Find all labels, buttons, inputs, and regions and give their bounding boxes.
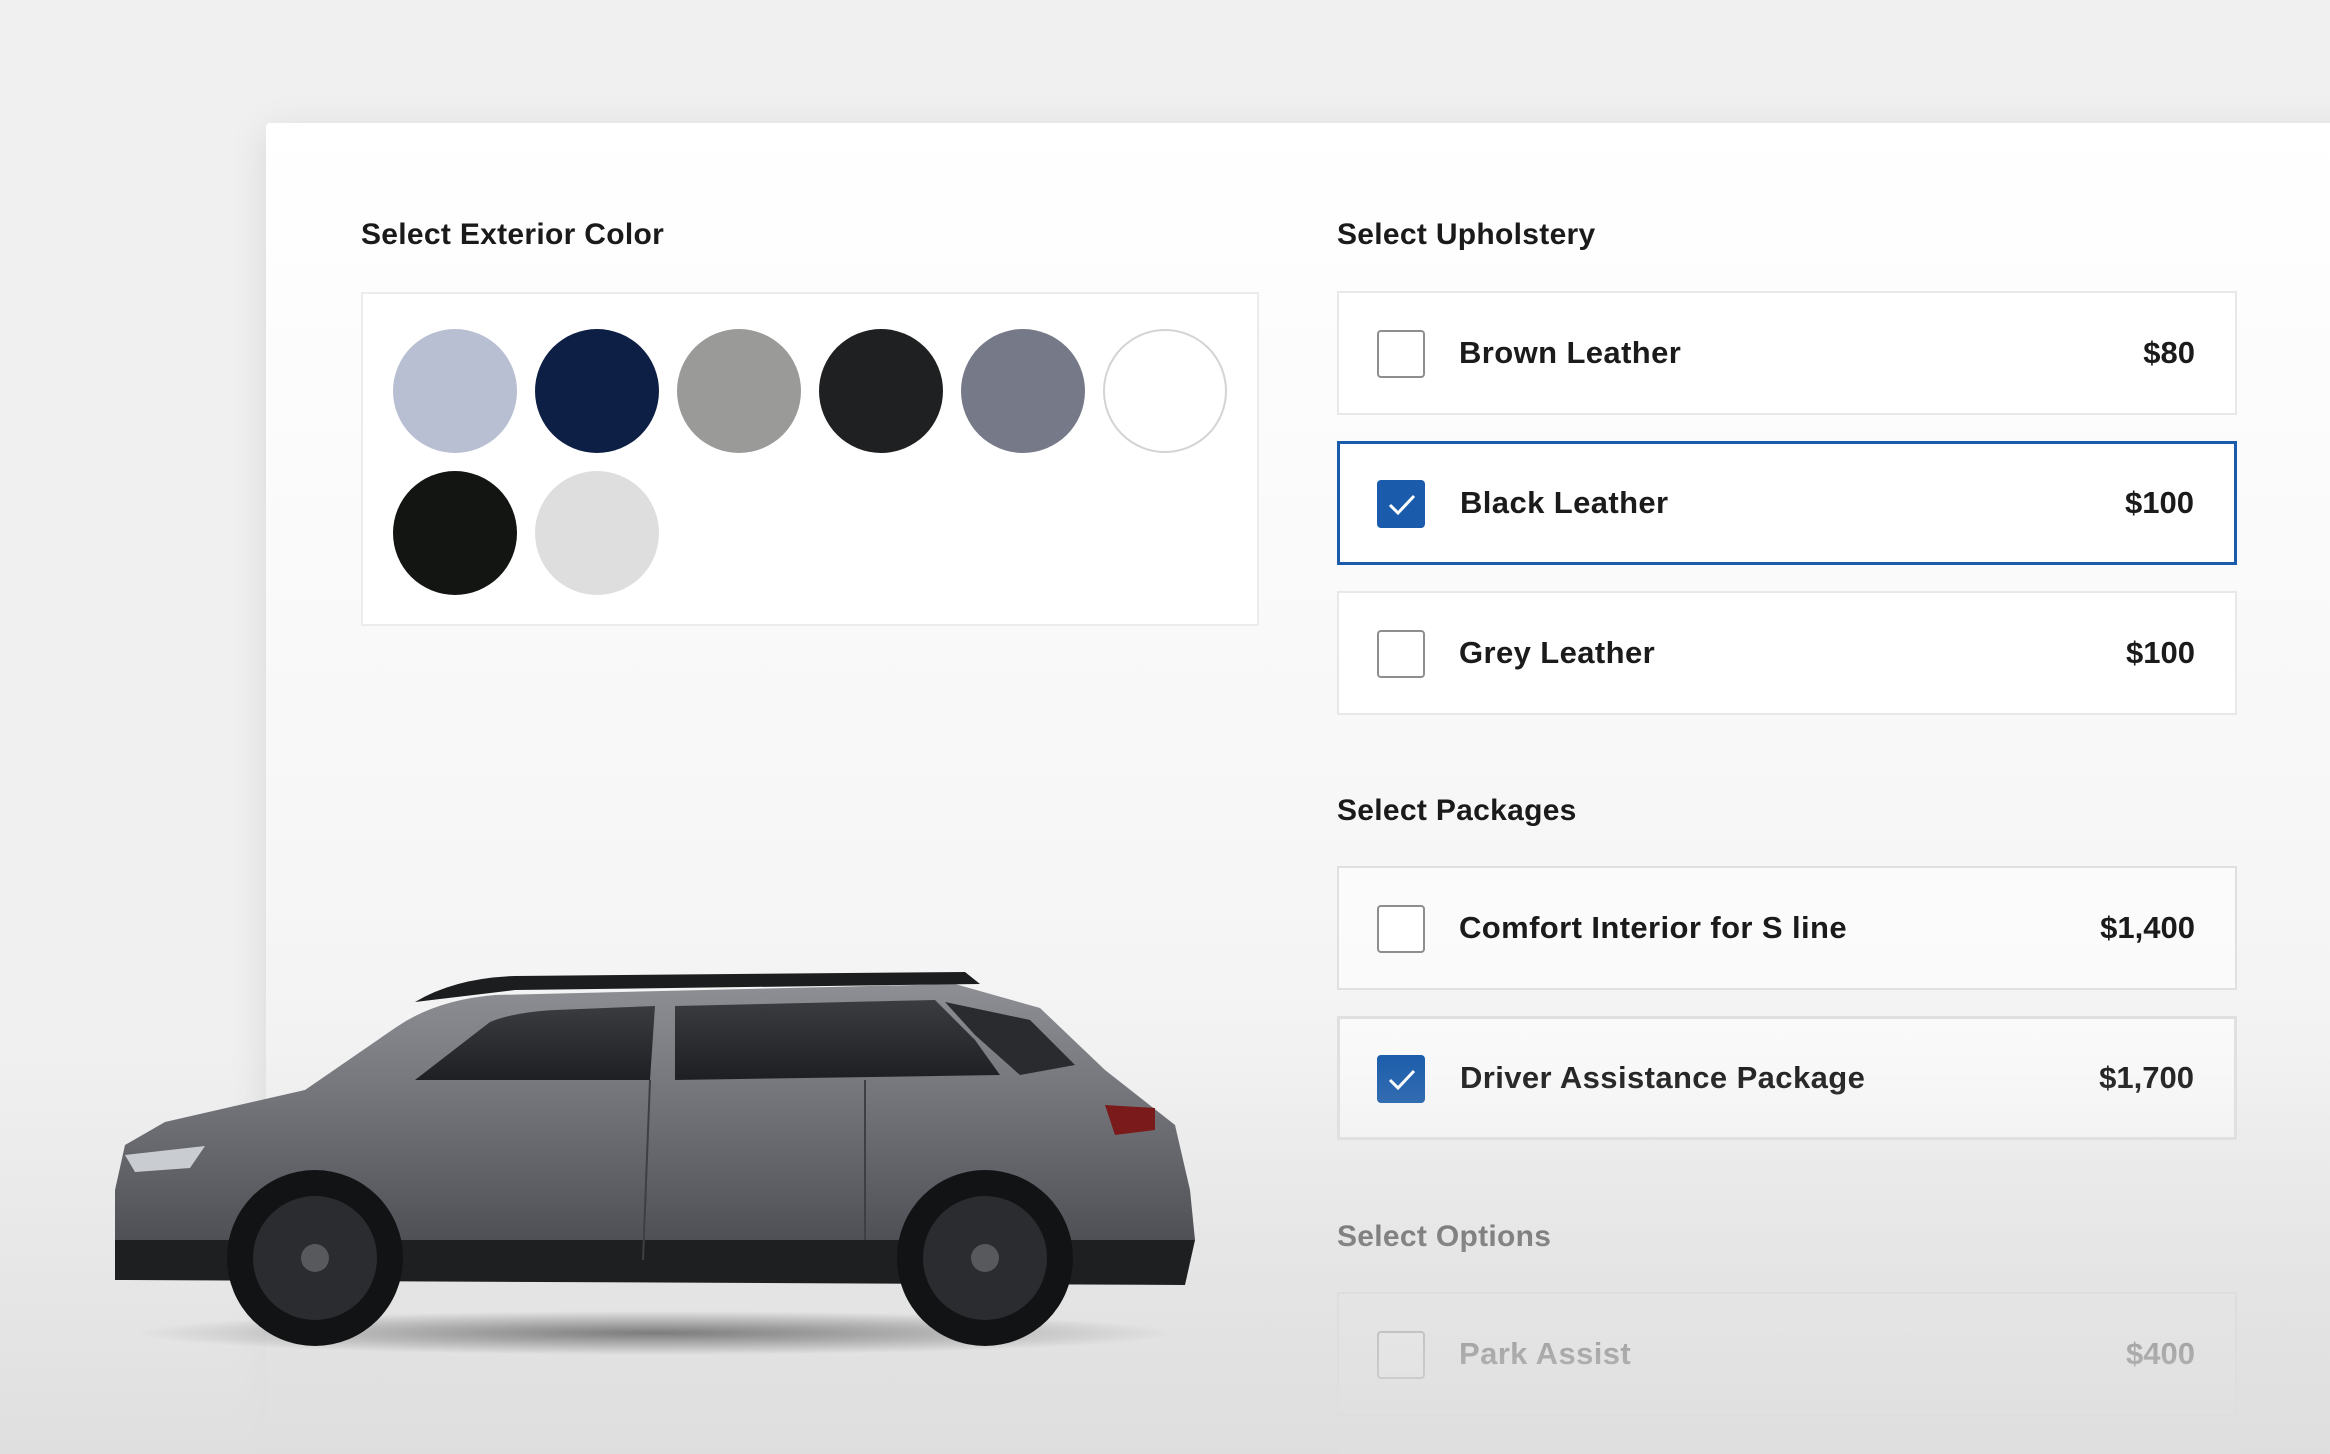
car-preview-image xyxy=(115,972,1195,1355)
checkbox[interactable] xyxy=(1377,330,1425,378)
option-label: Grey Leather xyxy=(1459,635,1656,670)
checkbox[interactable] xyxy=(1377,630,1425,678)
upholstery-option-black-leather[interactable]: Black Leather $100 xyxy=(1337,441,2237,565)
swatch-charcoal[interactable] xyxy=(819,329,943,453)
option-label: Driver Assistance Package xyxy=(1460,1060,1866,1095)
swatch-light-blue-grey[interactable] xyxy=(393,329,517,453)
packages-title: Select Packages xyxy=(1337,794,1577,827)
upholstery-option-grey-leather[interactable]: Grey Leather $100 xyxy=(1337,591,2237,715)
swatch-slate-grey[interactable] xyxy=(961,329,1085,453)
exterior-color-title: Select Exterior Color xyxy=(361,218,665,251)
option-label: Black Leather xyxy=(1460,485,1669,520)
upholstery-option-brown-leather[interactable]: Brown Leather $80 xyxy=(1337,291,2237,415)
configurator-page: Select Exterior Color Select Upholstery … xyxy=(0,0,2330,1454)
option-park-assist[interactable]: Park Assist $400 xyxy=(1337,1292,2237,1416)
swatch-white[interactable] xyxy=(1103,329,1227,453)
option-label: Comfort Interior for S line xyxy=(1459,910,1847,945)
option-price: $1,700 xyxy=(2099,1060,2194,1095)
option-price: $1,400 xyxy=(2100,910,2195,945)
upholstery-title: Select Upholstery xyxy=(1337,218,1596,251)
checkbox-checked[interactable] xyxy=(1377,480,1425,528)
swatch-navy-blue[interactable] xyxy=(535,329,659,453)
option-price: $400 xyxy=(2126,1336,2195,1371)
swatch-light-silver[interactable] xyxy=(535,471,659,595)
checkmark-icon xyxy=(1388,1069,1416,1091)
swatch-deep-black[interactable] xyxy=(393,471,517,595)
option-price: $100 xyxy=(2126,635,2195,670)
checkbox[interactable] xyxy=(1377,1331,1425,1379)
swatch-medium-grey[interactable] xyxy=(677,329,801,453)
option-price: $80 xyxy=(2143,335,2195,370)
package-option-comfort-interior[interactable]: Comfort Interior for S line $1,400 xyxy=(1337,866,2237,990)
package-option-driver-assistance[interactable]: Driver Assistance Package $1,700 xyxy=(1337,1016,2237,1140)
option-next-partial[interactable] xyxy=(1337,1442,2237,1454)
options-title: Select Options xyxy=(1337,1220,1552,1253)
checkmark-icon xyxy=(1388,494,1416,516)
option-label: Park Assist xyxy=(1459,1336,1632,1371)
option-label: Brown Leather xyxy=(1459,335,1682,370)
option-price: $100 xyxy=(2125,485,2194,520)
checkbox[interactable] xyxy=(1377,905,1425,953)
checkbox-checked[interactable] xyxy=(1377,1055,1425,1103)
